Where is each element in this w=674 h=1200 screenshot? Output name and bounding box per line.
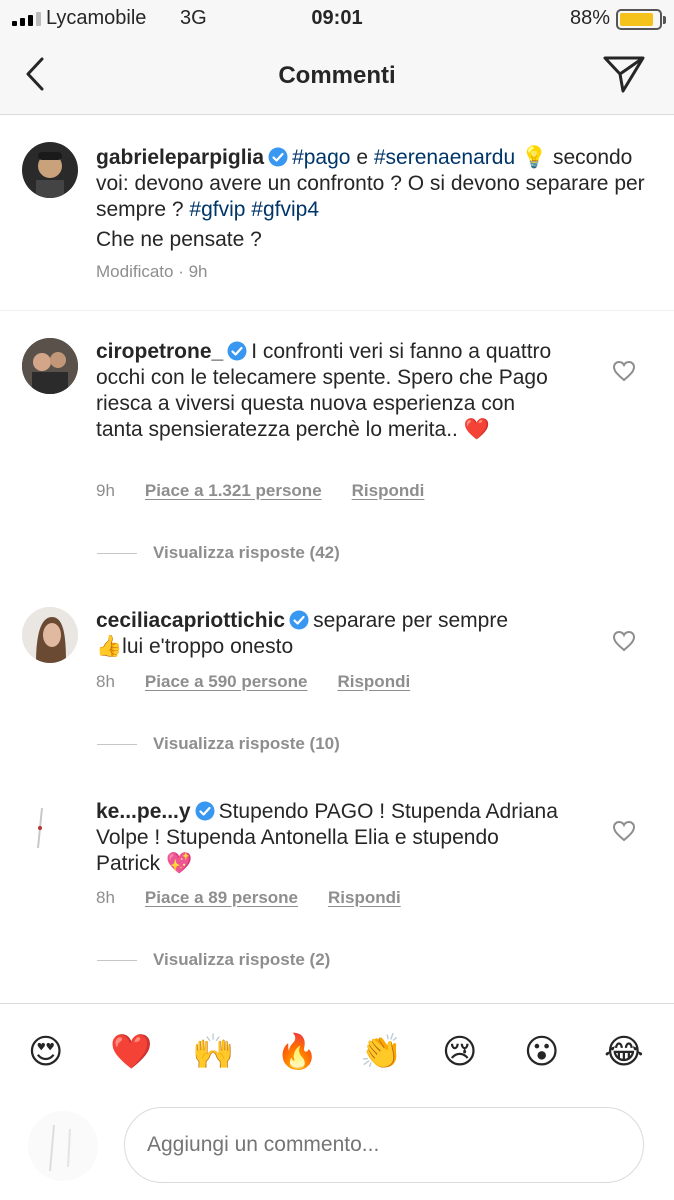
comment-time: 8h [96,672,115,691]
comment-username[interactable]: ceciliacapriottichic [96,609,285,632]
surprised-face-emoji-button[interactable]: 😮 [524,1032,559,1072]
emoji-shortcut-bar: 😍 ❤️ 🙌 🔥 👏 😢 😮 😂 [0,1003,674,1091]
hashtag-link[interactable]: #pago [292,146,350,169]
view-replies-label: Visualizza risposte (42) [153,543,340,562]
verified-badge-icon [227,341,247,361]
reply-button[interactable]: Rispondi [352,481,425,501]
verified-badge-icon [195,801,215,821]
crying-face-emoji-button[interactable]: 😢 [442,1032,477,1072]
comment-body: lui e'troppo onesto [122,635,294,658]
clapping-hands-emoji-button[interactable]: 👏 [360,1032,402,1072]
red-heart-emoji-button[interactable]: ❤️ [110,1032,152,1072]
caption-text: gabrieleparpiglia #pago e #serenaenardu 💡… [96,145,656,253]
battery-percent: 88% [569,7,610,29]
raising-hands-emoji-button[interactable]: 🙌 [192,1032,234,1072]
reply-button[interactable]: Rispondi [337,672,410,692]
divider [0,310,674,311]
verified-badge-icon [268,147,288,167]
fire-emoji-button[interactable]: 🔥 [276,1032,318,1072]
heart-eyes-emoji-button[interactable]: 😍 [28,1032,63,1072]
comment-username[interactable]: ke...pe...y [96,800,191,823]
sparkling-heart-emoji: 💖 [166,852,193,875]
comment-time: 9h [96,481,115,500]
comment-meta: 9h Piace a 1.321 persone Rispondi [96,481,424,501]
avatar[interactable] [22,607,78,663]
comment-meta: 8h Piace a 590 persone Rispondi [96,672,410,692]
reply-button[interactable]: Rispondi [328,888,401,908]
comment-text: ke...pe...y Stupendo PAGO ! Stupenda Adri… [96,799,566,877]
hashtag-link[interactable]: #gfvip4 [251,198,319,221]
likes-link[interactable]: Piace a 1.321 persone [145,481,322,501]
heart-icon[interactable] [612,820,636,842]
status-bar: Lycamobile 3G 09:01 88% [0,0,674,38]
view-replies-button[interactable]: Visualizza risposte (2) [97,950,330,970]
verified-badge-icon [289,610,309,630]
view-replies-button[interactable]: Visualizza risposte (10) [97,734,340,754]
red-heart-emoji: ❤️ [463,418,490,441]
tears-of-joy-emoji-button[interactable]: 😂 [604,1032,644,1072]
caption-connector: e [356,146,368,169]
comment-input[interactable] [124,1107,644,1183]
comment-text: ciropetrone_ I confronti veri si fanno a … [96,339,556,443]
view-replies-button[interactable]: Visualizza risposte (42) [97,543,340,563]
comment-username[interactable]: ciropetrone_ [96,340,223,363]
top-bar: Lycamobile 3G 09:01 88% Commenti [0,0,674,115]
heart-icon[interactable] [612,630,636,652]
comment-text: ceciliacapriottichic separare per sempre 👍… [96,608,566,660]
hashtag-link[interactable]: #gfvip [189,198,245,221]
comment-time: 8h [96,888,115,907]
avatar[interactable] [22,798,78,854]
caption-question: Che ne pensate ? [96,228,262,251]
light-bulb-icon: 💡 [520,146,548,169]
hashtag-link[interactable]: #serenaenardu [374,146,515,169]
battery-icon [616,9,666,30]
view-replies-label: Visualizza risposte (2) [153,950,331,969]
comment-meta: 8h Piace a 89 persone Rispondi [96,888,401,908]
avatar [28,1111,98,1181]
comment-body: separare per sempre [313,609,509,632]
comment-composer [0,1091,674,1200]
view-replies-label: Visualizza risposte (10) [153,734,340,753]
likes-link[interactable]: Piace a 89 persone [145,888,298,908]
avatar[interactable] [22,338,78,394]
heart-icon[interactable] [612,360,636,382]
caption-username[interactable]: gabrieleparpiglia [96,146,264,169]
page-title: Commenti [278,62,396,89]
avatar[interactable] [22,142,78,198]
paper-plane-icon[interactable] [602,54,646,94]
caption-meta: Modificato · 9h [96,262,208,281]
likes-link[interactable]: Piace a 590 persone [145,672,308,692]
thumbs-up-emoji: 👍 [96,635,123,658]
